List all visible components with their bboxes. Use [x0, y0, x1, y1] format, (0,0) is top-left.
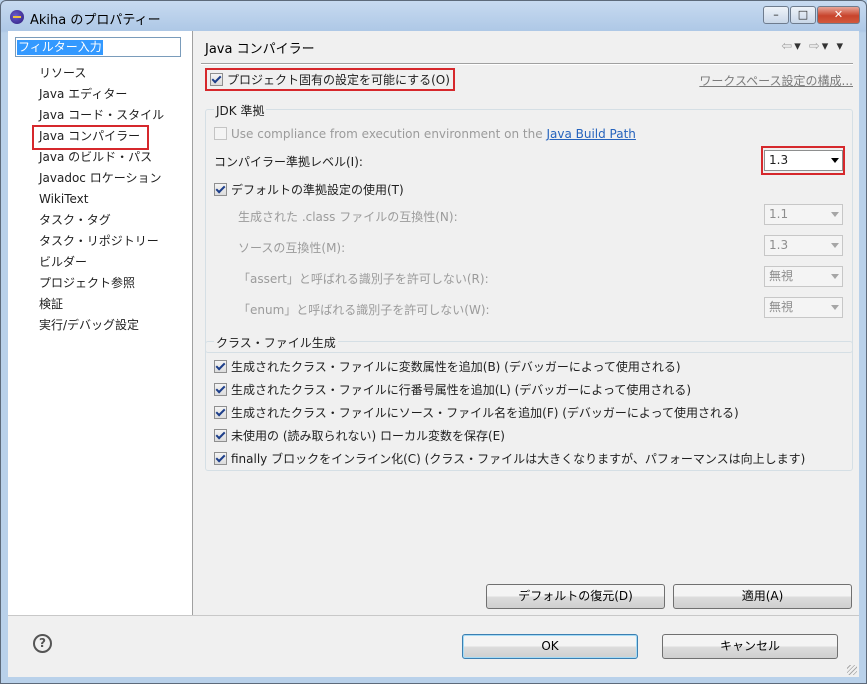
back-dropdown-icon[interactable]: ▾: [794, 39, 803, 54]
assert-label: 「assert」と呼ばれる識別子を許可しない(R):: [238, 272, 489, 286]
preserve-locals-checkbox[interactable]: [214, 429, 227, 442]
nav-item-resource[interactable]: リソース: [39, 63, 164, 84]
line-numbers-label: 生成されたクラス・ファイルに行番号属性を追加(L) (デバッガーによって使用され…: [231, 383, 692, 397]
maximize-button[interactable]: □: [790, 6, 816, 24]
eclipse-icon: [10, 10, 24, 24]
classfile-group-title: クラス・ファイル生成: [214, 334, 338, 351]
nav-item-java-build-path[interactable]: Java のビルド・パス: [39, 147, 164, 168]
use-default-label: デフォルトの準拠設定の使用(T): [231, 183, 404, 197]
project-specific-checkbox[interactable]: [210, 73, 223, 86]
title-bar[interactable]: Akiha のプロパティー – □ ✕: [1, 1, 866, 31]
source-name-checkbox[interactable]: [214, 406, 227, 419]
workspace-settings-link[interactable]: ワークスペース設定の構成...: [699, 72, 853, 89]
variables-checkbox[interactable]: [214, 360, 227, 373]
close-button[interactable]: ✕: [817, 6, 860, 24]
classfile-option-line-numbers[interactable]: 生成されたクラス・ファイルに行番号属性を追加(L) (デバッガーによって使用され…: [214, 381, 691, 398]
line-numbers-checkbox[interactable]: [214, 383, 227, 396]
nav-item-java-compiler[interactable]: Java コンパイラー: [31, 125, 164, 150]
compliance-level-label: コンパイラー準拠レベル(I):: [214, 155, 363, 169]
dialog-client: フィルター入力 リソース Java エディター Java コード・スタイル Ja…: [8, 31, 859, 677]
class-compat-select[interactable]: 1.1: [764, 204, 843, 225]
use-env-label: Use compliance from execution environmen…: [231, 127, 547, 141]
help-icon[interactable]: ?: [33, 634, 52, 653]
page-title: Java コンパイラー: [205, 42, 315, 57]
settings-pane: Java コンパイラー ⇦▾ ⇨▾ ▾ プロジェクト固有の設定を可能にする(O)…: [193, 31, 859, 615]
dropdown-arrow-icon: [831, 243, 839, 248]
classfile-option-inline-finally[interactable]: finally ブロックをインライン化(C) (クラス・ファイルは大きくなります…: [214, 450, 805, 467]
enum-select[interactable]: 無視: [764, 297, 843, 318]
source-name-label: 生成されたクラス・ファイルにソース・ファイル名を追加(F) (デバッガーによって…: [231, 406, 739, 420]
cancel-button[interactable]: キャンセル: [662, 634, 838, 659]
nav-item-builders[interactable]: ビルダー: [39, 252, 164, 273]
source-compat-label: ソースの互換性(M):: [238, 241, 346, 255]
nav-item-wikitext[interactable]: WikiText: [39, 189, 164, 210]
title-separator: [201, 63, 853, 65]
source-compat-value: 1.3: [769, 238, 789, 252]
dropdown-arrow-icon: [831, 305, 839, 310]
source-compat-select[interactable]: 1.3: [764, 235, 843, 256]
classfile-option-source-name[interactable]: 生成されたクラス・ファイルにソース・ファイル名を追加(F) (デバッガーによって…: [214, 404, 739, 421]
class-compat-label: 生成された .class ファイルの互換性(N):: [238, 210, 458, 224]
forward-dropdown-icon[interactable]: ▾: [822, 39, 831, 54]
properties-dialog: Akiha のプロパティー – □ ✕ フィルター入力 リソース Java エデ…: [0, 0, 867, 684]
view-menu-icon[interactable]: ▾: [836, 39, 845, 54]
nav-item-project-references[interactable]: プロジェクト参照: [39, 273, 164, 294]
filter-input-text: フィルター入力: [17, 40, 103, 55]
preference-tree: フィルター入力 リソース Java エディター Java コード・スタイル Ja…: [8, 31, 193, 615]
classfile-generation-group: クラス・ファイル生成 生成されたクラス・ファイルに変数属性を追加(B) (デバッ…: [205, 334, 853, 471]
classfile-option-preserve-locals[interactable]: 未使用の (読み取られない) ローカル変数を保存(E): [214, 427, 505, 444]
use-env-checkbox[interactable]: [214, 127, 227, 140]
project-specific-row[interactable]: プロジェクト固有の設定を可能にする(O): [205, 68, 455, 91]
nav-item-java-code-style[interactable]: Java コード・スタイル: [39, 105, 164, 126]
ok-button[interactable]: OK: [462, 634, 638, 659]
apply-button[interactable]: 適用(A): [673, 584, 852, 609]
inline-finally-checkbox[interactable]: [214, 452, 227, 465]
resize-grip-icon[interactable]: [847, 665, 857, 675]
compliance-level-highlight: [761, 146, 845, 175]
project-specific-label: プロジェクト固有の設定を可能にする(O): [227, 73, 450, 87]
preserve-locals-label: 未使用の (読み取られない) ローカル変数を保存(E): [231, 429, 505, 443]
nav-list: リソース Java エディター Java コード・スタイル Java コンパイラ…: [31, 63, 164, 336]
variables-label: 生成されたクラス・ファイルに変数属性を追加(B) (デバッガーによって使用される…: [231, 360, 681, 374]
use-default-row[interactable]: デフォルトの準拠設定の使用(T): [214, 181, 404, 198]
filter-input[interactable]: フィルター入力: [15, 37, 181, 57]
nav-item-task-tags[interactable]: タスク・タグ: [39, 210, 164, 231]
assert-select[interactable]: 無視: [764, 266, 843, 287]
jdk-compliance-group: JDK 準拠 Use compliance from execution env…: [205, 102, 853, 353]
nav-item-task-repository[interactable]: タスク・リポジトリー: [39, 231, 164, 252]
window-title: Akiha のプロパティー: [30, 13, 161, 28]
nav-item-validation[interactable]: 検証: [39, 294, 164, 315]
history-nav: ⇦▾ ⇨▾ ▾: [781, 39, 845, 54]
footer-separator: [8, 615, 859, 616]
use-env-row: Use compliance from execution environmen…: [214, 127, 636, 141]
use-default-checkbox[interactable]: [214, 183, 227, 196]
back-arrow-icon[interactable]: ⇦: [781, 39, 794, 54]
enum-label: 「enum」と呼ばれる識別子を許可しない(W):: [238, 303, 490, 317]
classfile-option-variables[interactable]: 生成されたクラス・ファイルに変数属性を追加(B) (デバッガーによって使用される…: [214, 358, 681, 375]
inline-finally-label: finally ブロックをインライン化(C) (クラス・ファイルは大きくなります…: [231, 452, 806, 466]
dropdown-arrow-icon: [831, 274, 839, 279]
enum-value: 無視: [769, 300, 794, 314]
assert-value: 無視: [769, 269, 794, 283]
restore-defaults-button[interactable]: デフォルトの復元(D): [486, 584, 665, 609]
class-compat-value: 1.1: [769, 207, 789, 221]
nav-item-javadoc-location[interactable]: Javadoc ロケーション: [39, 168, 164, 189]
forward-arrow-icon[interactable]: ⇨: [809, 39, 822, 54]
dropdown-arrow-icon: [831, 212, 839, 217]
nav-item-run-debug-settings[interactable]: 実行/デバッグ設定: [39, 315, 164, 336]
nav-item-java-editor[interactable]: Java エディター: [39, 84, 164, 105]
minimize-button[interactable]: –: [763, 6, 789, 24]
jdk-group-title: JDK 準拠: [214, 102, 267, 119]
java-build-path-link[interactable]: Java Build Path: [546, 127, 635, 141]
